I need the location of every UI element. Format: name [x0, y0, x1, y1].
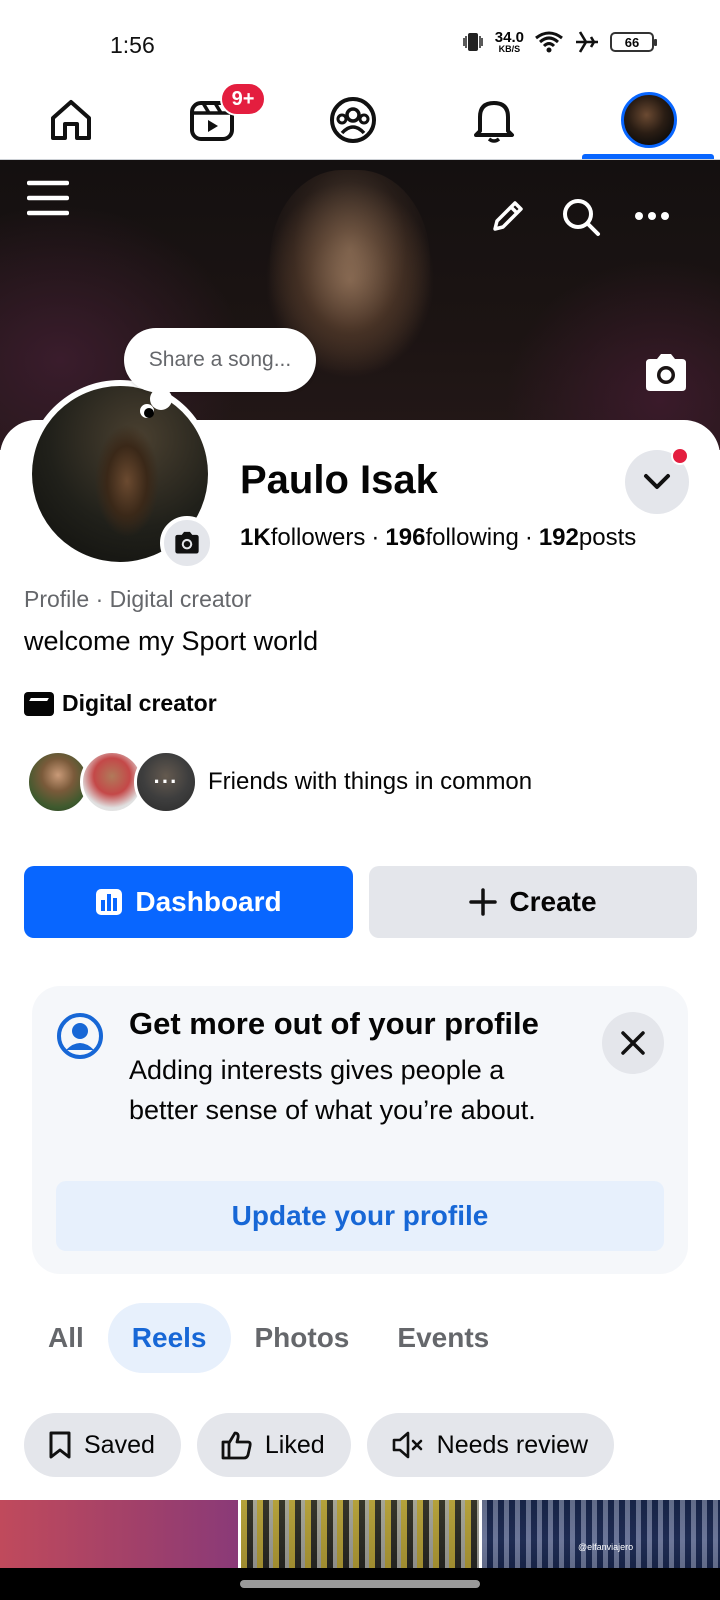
tab-all[interactable]: All [24, 1303, 108, 1373]
posts-stat[interactable]: 192posts [539, 524, 636, 551]
reels-notification-badge: 9+ [220, 82, 266, 116]
filter-needs-review-label: Needs review [436, 1430, 589, 1459]
nav-notifications[interactable] [439, 80, 549, 160]
card-description: Adding interests gives people a better s… [129, 1055, 536, 1125]
filter-liked-label: Liked [264, 1430, 325, 1459]
network-speed: 34.0 KB/S [495, 30, 524, 54]
battery-indicator: 66 [610, 32, 657, 52]
friends-common-text: Friends with things in common [208, 768, 533, 795]
airplane-icon [576, 31, 598, 53]
thumbnail-watermark: @elfanviajero [578, 1542, 634, 1552]
chevron-down-icon [644, 474, 670, 489]
reel-thumbnail[interactable]: @elfanviajero [482, 1500, 720, 1568]
tab-events[interactable]: Events [373, 1303, 513, 1373]
top-nav: 9+ [0, 80, 720, 160]
dashboard-label: Dashboard [135, 886, 282, 917]
friend-avatar-more: ··· [134, 750, 198, 814]
content-tabs: All Reels Photos Events [24, 1303, 513, 1373]
creator-label: Digital creator [62, 690, 217, 716]
profile-stats: 1Kfollowers · 196following · 192posts [240, 524, 636, 552]
following-count: 196 [385, 524, 426, 551]
nav-home[interactable] [16, 80, 126, 160]
status-bar: 1:56 34.0 KB/S 66 [0, 0, 720, 80]
stats-separator: · [524, 524, 533, 551]
status-time: 1:56 [110, 32, 155, 58]
tab-photos[interactable]: Photos [231, 1303, 374, 1373]
creator-badge-row: Digital creator [24, 690, 217, 717]
muted-speaker-icon [392, 1431, 422, 1459]
following-label: following [425, 524, 519, 551]
posts-label: posts [578, 524, 637, 551]
thumbs-up-icon [221, 1431, 252, 1460]
create-button[interactable]: Create [369, 866, 697, 938]
bookmark-icon [49, 1431, 71, 1459]
filter-saved-label: Saved [84, 1430, 155, 1459]
dashboard-button[interactable]: Dashboard [24, 866, 353, 938]
nav-friends[interactable] [298, 80, 408, 160]
profile-suggestion-card: Get more out of your profile Adding inte… [32, 986, 688, 1274]
more-dots-icon [635, 212, 669, 220]
status-icons: 34.0 KB/S 66 [461, 30, 657, 54]
followers-label: followers [270, 524, 366, 551]
home-gesture-handle[interactable] [240, 1580, 480, 1588]
tab-reels[interactable]: Reels [107, 1303, 231, 1373]
reels-grid: @elfanviajero [0, 1500, 720, 1568]
card-title: Get more out of your profile [129, 1006, 539, 1041]
profile-bio: welcome my Sport world [24, 626, 319, 656]
edit-profile-button[interactable] [488, 196, 528, 236]
plus-icon [469, 888, 498, 916]
bubble-tail-large [150, 388, 172, 410]
followers-count: 1K [240, 524, 271, 551]
edit-profile-picture-button[interactable] [160, 516, 214, 570]
search-button[interactable] [560, 196, 602, 238]
notifications-bell-icon [474, 101, 514, 143]
profile-category: Profile · Digital creator [24, 586, 252, 612]
pencil-icon [493, 201, 523, 231]
close-icon [621, 1031, 645, 1055]
user-circle-icon [57, 1013, 103, 1059]
profile-name: Paulo Isak [240, 458, 438, 502]
stats-separator: · [371, 524, 380, 551]
filter-needs-review[interactable]: Needs review [366, 1413, 615, 1477]
filter-liked[interactable]: Liked [196, 1413, 351, 1477]
following-stat[interactable]: 196following [385, 524, 518, 551]
bubble-tail-small [140, 404, 154, 418]
update-profile-button[interactable]: Update your profile [56, 1181, 664, 1251]
camera-icon [646, 354, 686, 391]
more-options-button[interactable] [632, 204, 672, 228]
share-song-bubble[interactable]: Share a song... [124, 328, 316, 392]
friends-icon [330, 97, 376, 143]
posts-count: 192 [538, 524, 579, 551]
search-icon [563, 199, 600, 236]
filter-saved[interactable]: Saved [24, 1413, 181, 1477]
network-speed-value: 34.0 [494, 29, 524, 46]
mutual-friends-row[interactable]: ··· Friends with things in common [26, 750, 532, 814]
profile-avatar-icon [621, 92, 677, 148]
reels-filter-chips: Saved Liked Needs review [24, 1413, 615, 1477]
dismiss-card-button[interactable] [602, 1012, 664, 1074]
network-speed-unit: KB/S [498, 44, 521, 54]
edit-cover-button[interactable] [642, 353, 690, 393]
create-label: Create [509, 886, 597, 917]
followers-stat[interactable]: 1Kfollowers [240, 524, 365, 551]
home-icon [51, 100, 91, 140]
nav-profile[interactable] [594, 80, 704, 160]
vibrate-icon [463, 33, 483, 51]
menu-button[interactable] [26, 178, 70, 218]
reel-thumbnail[interactable] [241, 1500, 479, 1568]
more-friends-indicator: ··· [137, 753, 195, 811]
bar-chart-icon [96, 889, 123, 915]
camera-icon [175, 531, 199, 554]
reel-thumbnail[interactable] [0, 1500, 238, 1568]
clapperboard-icon [24, 691, 54, 716]
wifi-icon [535, 31, 563, 53]
hamburger-menu-icon [27, 180, 69, 216]
notification-dot [671, 447, 689, 465]
active-tab-indicator [582, 154, 714, 159]
